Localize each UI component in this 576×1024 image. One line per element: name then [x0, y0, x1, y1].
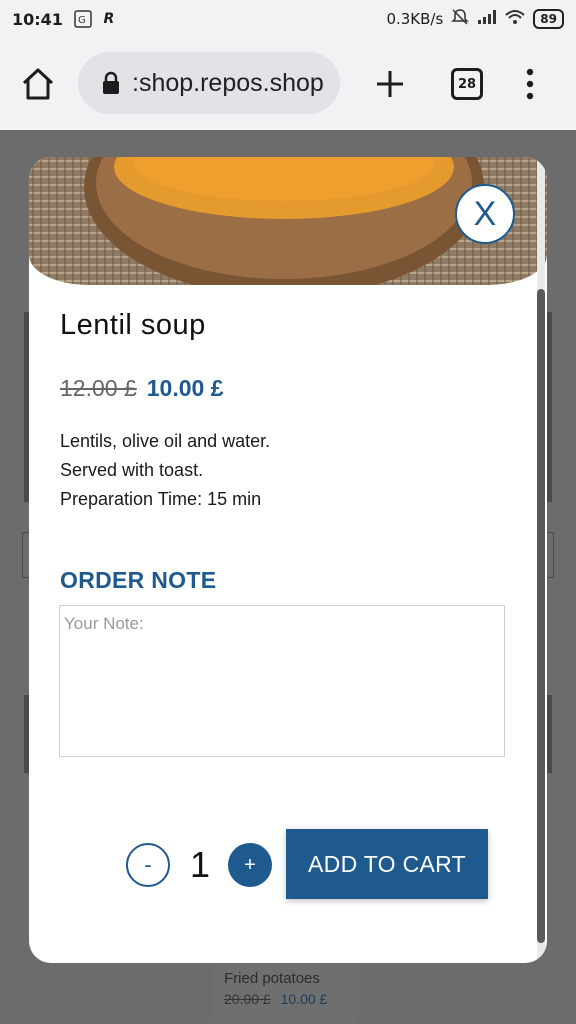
product-title: Lentil soup	[60, 309, 206, 341]
description-line: Lentils, olive oil and water.	[60, 431, 271, 451]
net-speed: 0.3KB/s	[386, 10, 444, 28]
quantity-increase-button[interactable]: +	[228, 843, 272, 887]
background-new-price: 10.00 £	[280, 991, 328, 1007]
svg-text:G: G	[78, 15, 86, 26]
price-row: 12.00 £ 10.00 £	[60, 375, 224, 402]
quantity-decrease-button[interactable]: -	[126, 843, 170, 887]
product-description: Lentils, olive oil and water. Served wit…	[60, 427, 270, 514]
address-bar[interactable]: :shop.repos.shop	[78, 52, 340, 114]
home-icon[interactable]	[18, 66, 58, 102]
status-time: 10:41	[12, 9, 63, 29]
wifi-icon	[505, 9, 525, 29]
translate-icon: G	[73, 9, 93, 29]
quantity-value: 1	[189, 844, 211, 885]
url-text: :shop.repos.shop	[132, 68, 324, 97]
order-note-heading: ORDER NOTE	[60, 567, 217, 593]
scrollbar-thumb[interactable]	[537, 289, 545, 943]
description-line: Preparation Time: 15 min	[60, 489, 262, 509]
order-note-input[interactable]	[59, 605, 505, 757]
lock-icon	[100, 71, 122, 95]
signal-icon	[477, 9, 497, 29]
background-product-card[interactable]: Fried potatoes 20.00 £ 10.00 £	[214, 958, 360, 1024]
battery-icon: 89	[533, 9, 564, 29]
more-vert-icon[interactable]	[522, 66, 538, 102]
old-price: 12.00 £	[60, 375, 137, 401]
new-tab-plus-icon[interactable]	[374, 68, 406, 100]
background-old-price: 20.00 £	[224, 991, 271, 1007]
product-modal: X Lentil soup 12.00 £ 10.00 £ Lentils, o…	[29, 157, 547, 963]
browser-toolbar: :shop.repos.shop 28	[0, 38, 576, 130]
background-product-name: Fried potatoes	[224, 970, 320, 987]
add-to-cart-button[interactable]: ADD TO CART	[286, 829, 488, 899]
new-price: 10.00 £	[146, 375, 224, 401]
muted-bell-icon	[451, 8, 470, 30]
close-button[interactable]: X	[455, 184, 515, 244]
tabs-count-button[interactable]: 28	[451, 68, 483, 100]
description-line: Served with toast.	[60, 460, 204, 480]
r-app-icon: R	[103, 11, 115, 27]
status-bar: 10:41 G R 0.3KB/s 89	[0, 0, 576, 38]
